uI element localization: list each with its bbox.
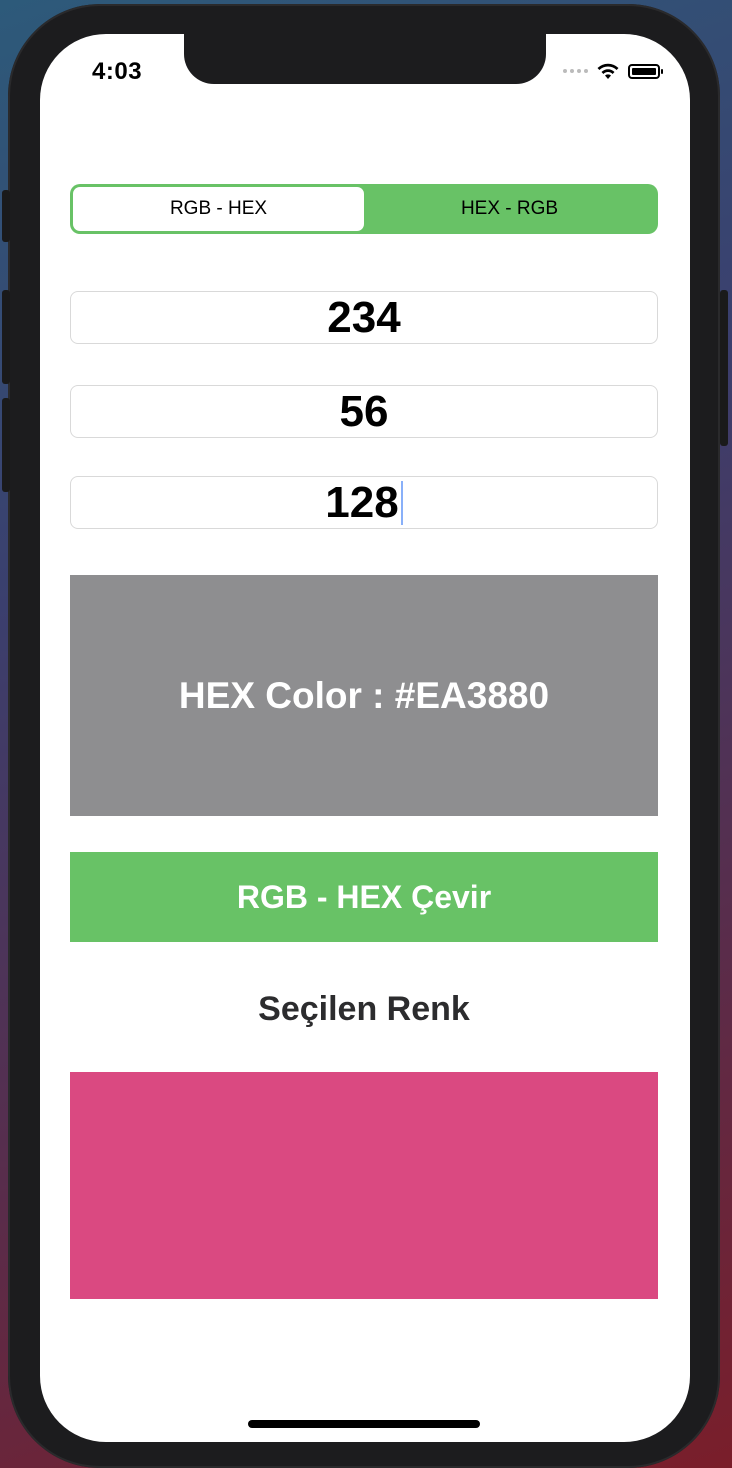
volume-up-button [2,290,10,384]
wifi-icon [597,63,619,79]
notch [184,34,546,84]
status-icons [563,62,663,80]
segment-rgb-hex[interactable]: RGB - HEX [73,187,364,231]
green-value: 56 [339,386,389,436]
red-value: 234 [327,292,401,342]
convert-button-label: RGB - HEX Çevir [236,878,492,915]
selected-color-swatch [70,1072,658,1299]
blue-input[interactable]: 128 [70,476,658,529]
home-indicator[interactable] [248,1420,480,1428]
blue-value: 128 [325,477,399,527]
convert-button[interactable]: RGB - HEX Çevir [70,852,658,942]
status-time: 4:03 [92,58,143,85]
selected-color-label: Seçilen Renk [258,990,470,1028]
cellular-signal-icon [563,69,588,73]
mute-switch [2,190,10,242]
segment-hex-rgb[interactable]: HEX - RGB [364,187,655,231]
power-button [720,290,728,446]
text-cursor [400,480,403,525]
mode-segmented-control: RGB - HEX HEX - RGB [70,184,658,234]
green-input[interactable]: 56 [70,385,658,438]
app-screen: 4:03 RGB - HEX HEX - RGB 234 56 128 HEX … [40,34,690,1442]
battery-icon [628,63,663,79]
hex-result-text: HEX Color : #EA3880 [178,674,550,716]
volume-down-button [2,398,10,492]
hex-result-panel: HEX Color : #EA3880 [70,575,658,816]
red-input[interactable]: 234 [70,291,658,344]
